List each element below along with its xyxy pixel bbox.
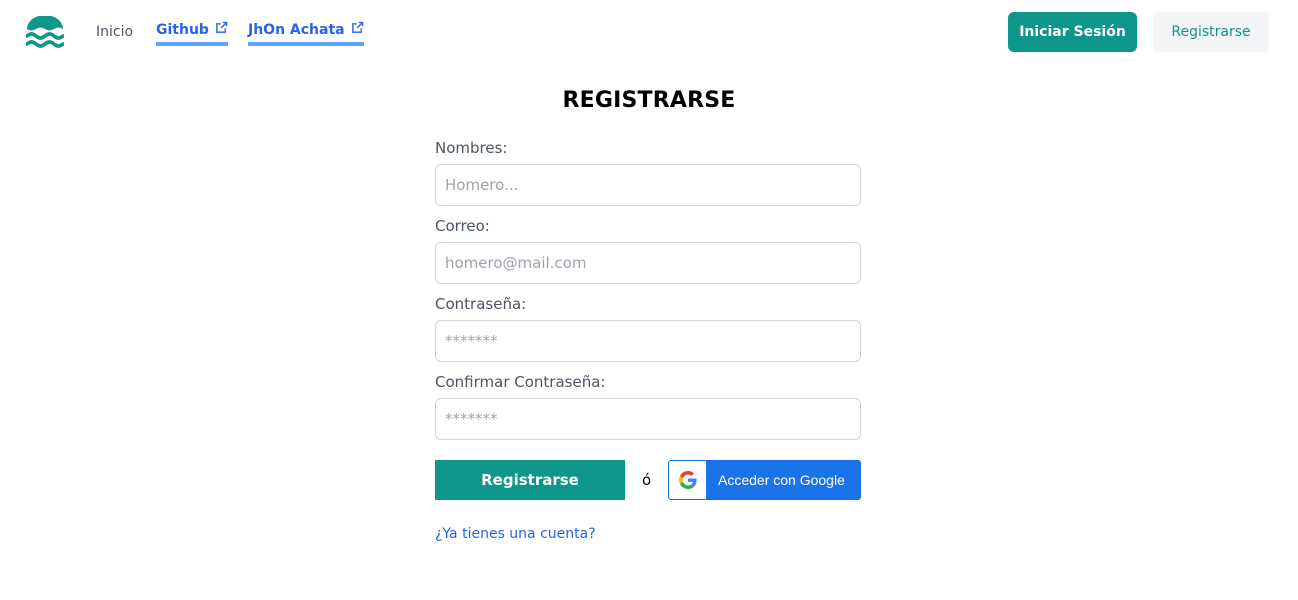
have-account-link[interactable]: ¿Ya tienes una cuenta? bbox=[435, 524, 596, 544]
or-separator: ó bbox=[642, 471, 652, 489]
google-logo-box bbox=[669, 461, 706, 499]
password-input[interactable] bbox=[435, 320, 861, 362]
google-icon bbox=[678, 471, 697, 489]
register-page: Inicio Github JhOn Achata Iniciar Sesión… bbox=[0, 0, 1298, 600]
confirm-password-label: Confirmar Contraseña: bbox=[435, 373, 606, 391]
google-signin-button[interactable]: Acceder con Google bbox=[668, 460, 861, 500]
waves-logo-icon[interactable] bbox=[26, 16, 64, 48]
login-button[interactable]: Iniciar Sesión bbox=[1008, 12, 1137, 52]
nav-github-label: Github bbox=[156, 22, 209, 38]
nav-home-link[interactable]: Inicio bbox=[96, 22, 133, 42]
register-submit-button[interactable]: Registrarse bbox=[435, 460, 625, 500]
page-title: REGISTRARSE bbox=[562, 88, 736, 113]
navbar: Inicio Github JhOn Achata Iniciar Sesión… bbox=[0, 0, 1298, 64]
names-input[interactable] bbox=[435, 164, 861, 206]
confirm-password-input[interactable] bbox=[435, 398, 861, 440]
names-label: Nombres: bbox=[435, 139, 508, 157]
external-link-icon bbox=[216, 21, 228, 33]
nav-author-label: JhOn Achata bbox=[248, 22, 345, 38]
email-input[interactable] bbox=[435, 242, 861, 284]
nav-github-link[interactable]: Github bbox=[156, 20, 228, 46]
email-label: Correo: bbox=[435, 217, 490, 235]
google-signin-label: Acceder con Google bbox=[718, 472, 845, 488]
register-nav-button[interactable]: Registrarse bbox=[1153, 12, 1269, 52]
password-label: Contraseña: bbox=[435, 295, 527, 313]
nav-author-link[interactable]: JhOn Achata bbox=[248, 20, 364, 46]
external-link-icon bbox=[351, 21, 363, 33]
